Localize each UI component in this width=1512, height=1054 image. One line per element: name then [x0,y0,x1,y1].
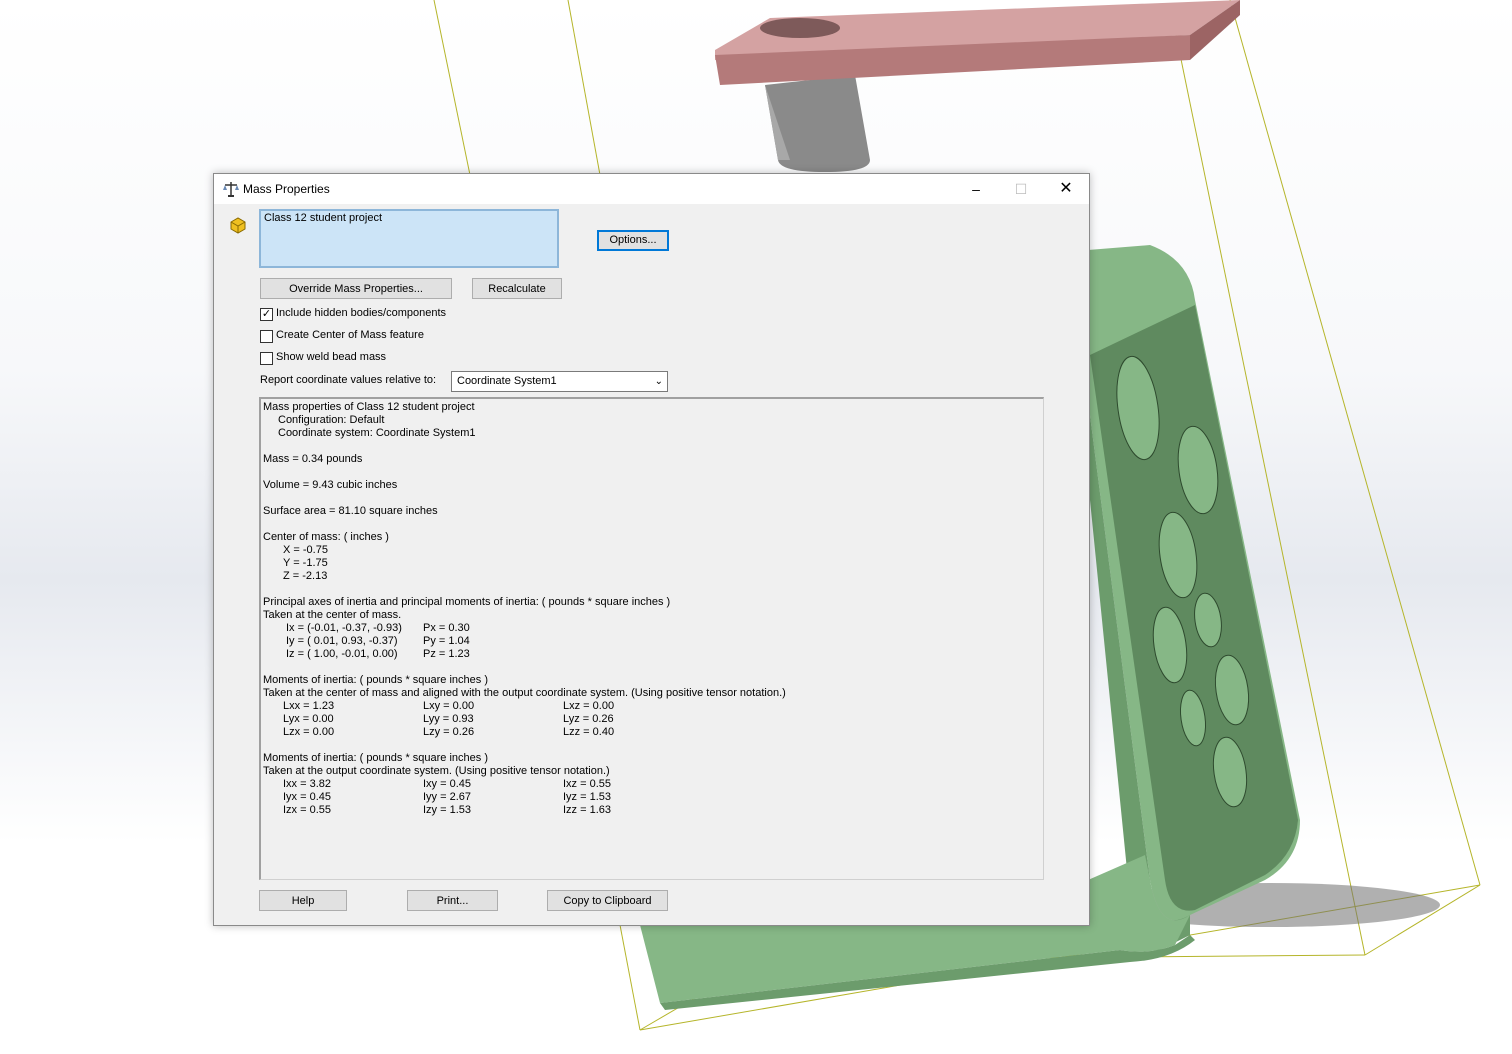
moi-center-lxx: Lxx = 1.23 [283,700,335,712]
principal-moment-z: Pz = 1.23 [423,648,470,660]
moi-center-lxz: Lxz = 0.00 [563,700,615,712]
coordinate-system-value: Coordinate System1 [457,375,557,387]
moi-center-lzy: Lzy = 0.26 [423,726,475,738]
moi-output-taken-at: Taken at the output coordinate system. (… [263,765,610,777]
moi-center-taken-at: Taken at the center of mass and aligned … [263,687,786,699]
results-coordinate-system: Coordinate system: Coordinate System1 [278,427,476,439]
create-center-of-mass-checkbox[interactable] [260,330,273,343]
balance-scale-icon [223,182,239,197]
principal-axes-taken-at: Taken at the center of mass. [263,609,402,621]
results-header: Mass properties of Class 12 student proj… [263,401,475,413]
minimize-button[interactable]: – [953,174,999,204]
principal-axis-x: Ix = (-0.01, -0.37, -0.93) [286,622,402,634]
print-button[interactable]: Print... [407,890,498,911]
principal-axis-z: Iz = ( 1.00, -0.01, 0.00) [286,648,398,660]
results-surface-area: Surface area = 81.10 square inches [263,505,438,517]
moi-center-lxy: Lxy = 0.00 [423,700,475,712]
results-text-area[interactable]: Mass properties of Class 12 student proj… [259,397,1044,880]
moi-center-lyy: Lyy = 0.93 [423,713,474,725]
help-button[interactable]: Help [259,890,347,911]
moi-output-iyx: Iyx = 0.45 [283,791,332,803]
results-volume: Volume = 9.43 cubic inches [263,479,398,491]
include-hidden-bodies-label[interactable]: Include hidden bodies/components [276,307,446,319]
moi-output-title: Moments of inertia: ( pounds * square in… [263,752,489,764]
results-mass: Mass = 0.34 pounds [263,453,363,465]
report-coordinate-label: Report coordinate values relative to: [260,374,437,386]
mass-properties-dialog: Mass Properties – ☐ ✕ Class 12 student p… [213,173,1090,926]
principal-axes-title: Principal axes of inertia and principal … [263,596,671,608]
copy-to-clipboard-button[interactable]: Copy to Clipboard [547,890,668,911]
center-of-mass-x: X = -0.75 [283,544,328,556]
moi-output-iyz: Iyz = 1.53 [563,791,612,803]
center-of-mass-y: Y = -1.75 [283,557,328,569]
selected-item[interactable]: Class 12 student project [264,212,382,224]
show-weld-bead-mass-checkbox[interactable] [260,352,273,365]
moi-center-lyx: Lyx = 0.00 [283,713,334,725]
moi-center-lzz: Lzz = 0.40 [563,726,615,738]
create-center-of-mass-label[interactable]: Create Center of Mass feature [276,329,424,341]
principal-moment-y: Py = 1.04 [423,635,470,647]
options-button[interactable]: Options... [597,230,669,251]
show-weld-bead-mass-label[interactable]: Show weld bead mass [276,351,386,363]
chevron-down-icon[interactable]: ⌄ [655,372,663,391]
maximize-button[interactable]: ☐ [998,174,1044,204]
part-icon [230,217,246,234]
moi-output-izx: Izx = 0.55 [283,804,332,816]
include-hidden-bodies-checkbox[interactable]: ✓ [260,308,273,321]
title-bar[interactable]: Mass Properties – ☐ ✕ [214,174,1089,204]
center-of-mass-title: Center of mass: ( inches ) [263,531,389,543]
coordinate-system-dropdown[interactable]: Coordinate System1 ⌄ [451,371,668,392]
moi-center-lyz: Lyz = 0.26 [563,713,614,725]
principal-moment-x: Px = 0.30 [423,622,470,634]
moi-center-title: Moments of inertia: ( pounds * square in… [263,674,489,686]
moi-output-ixx: Ixx = 3.82 [283,778,332,790]
moi-output-ixz: Ixz = 0.55 [563,778,612,790]
moi-output-ixy: Ixy = 0.45 [423,778,472,790]
plate-hole [760,18,840,38]
close-button[interactable]: ✕ [1043,174,1089,204]
moi-output-iyy: Iyy = 2.67 [423,791,472,803]
center-of-mass-z: Z = -2.13 [283,570,328,582]
moi-output-izy: Izy = 1.53 [423,804,472,816]
results-configuration: Configuration: Default [278,414,385,426]
window-title: Mass Properties [243,182,330,196]
override-mass-properties-button[interactable]: Override Mass Properties... [260,278,452,299]
recalculate-button[interactable]: Recalculate [472,278,562,299]
moi-output-izz: Izz = 1.63 [563,804,612,816]
selected-items-list[interactable]: Class 12 student project [259,209,559,268]
moi-center-lzx: Lzx = 0.00 [283,726,335,738]
principal-axis-y: Iy = ( 0.01, 0.93, -0.37) [286,635,398,647]
